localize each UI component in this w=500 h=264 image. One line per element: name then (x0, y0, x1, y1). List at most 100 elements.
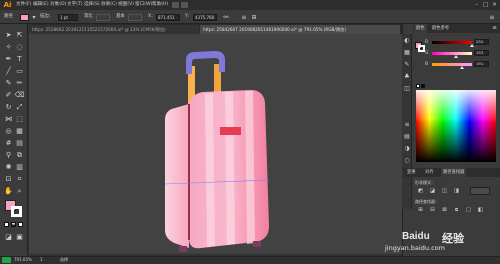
eraser-tool-icon[interactable]: ⌫ (14, 90, 25, 101)
eyedropper-tool-icon[interactable]: ⚲ (3, 150, 14, 161)
rotate-tool-icon[interactable]: ↻ (3, 102, 14, 113)
r-value-field[interactable]: 255 (474, 39, 489, 45)
r-slider[interactable] (432, 41, 472, 44)
menu-select[interactable]: 选择(S) (84, 0, 100, 10)
swatches-panel-icon[interactable]: ▦ (403, 48, 411, 57)
slice-tool-icon[interactable]: ⌗ (14, 174, 25, 185)
minus-front-button[interactable]: ◪ (428, 187, 437, 196)
zoom-tool-icon[interactable]: ⌕ (14, 186, 25, 197)
expand-button[interactable] (470, 187, 490, 195)
x-field[interactable]: 871.451 (156, 14, 180, 21)
artboard-canvas[interactable] (29, 34, 402, 254)
selection-tool-icon[interactable]: ➤ (3, 30, 14, 41)
color-panel-icon[interactable]: ◐ (403, 36, 411, 45)
align-icon[interactable]: ≡ (240, 13, 248, 22)
tab-color[interactable]: 颜色 (414, 24, 427, 33)
color-spectrum[interactable] (416, 90, 496, 162)
arrange-icon[interactable] (181, 2, 188, 8)
stroke-panel-icon[interactable]: ≡ (403, 120, 411, 129)
divide-button[interactable]: ⊞ (416, 206, 425, 215)
tab-document-1[interactable]: https: 2528662 2019121115521572000.ai* @… (29, 25, 199, 34)
width-tool-icon[interactable]: ⋈ (3, 114, 14, 125)
menu-effect[interactable]: 效果(C) (101, 0, 117, 10)
stroke-color-swatch[interactable] (11, 206, 22, 217)
blob-brush-tool-icon[interactable]: ✐ (3, 90, 14, 101)
graphic-styles-panel-icon[interactable]: ◫ (403, 84, 411, 93)
lasso-tool-icon[interactable]: ◌ (14, 42, 25, 53)
color-mode-icon[interactable] (4, 222, 9, 227)
brush-select[interactable] (96, 14, 110, 21)
tab-document-2[interactable]: https: 25842607 2019082011461900000.ai* … (200, 25, 400, 34)
menu-window[interactable]: 窗口(W) (135, 0, 152, 10)
tab-align[interactable]: 对齐 (423, 168, 436, 177)
exclude-button[interactable]: ◨ (452, 187, 461, 196)
brushes-panel-icon[interactable]: ✎ (403, 60, 411, 69)
menu-object[interactable]: 对象(O) (50, 0, 66, 10)
blend-tool-icon[interactable]: ⧉ (14, 150, 25, 161)
perspective-grid-tool-icon[interactable]: ▦ (14, 126, 25, 137)
b-slider[interactable] (432, 63, 472, 66)
rectangle-tool-icon[interactable]: ▭ (14, 66, 25, 77)
panel-options-icon[interactable]: ≡ (490, 24, 499, 33)
gradient-mode-icon[interactable] (11, 222, 16, 227)
tab-color-guide[interactable]: 颜色参考 (430, 24, 451, 33)
style-select[interactable] (128, 14, 142, 21)
bridge-icon[interactable] (172, 2, 179, 8)
appearance-panel-icon[interactable]: ○ (403, 156, 411, 165)
gradient-panel-icon[interactable]: ▤ (403, 132, 411, 141)
b-slider-thumb[interactable] (460, 66, 464, 69)
crop-button[interactable]: ⧈ (452, 206, 461, 215)
fill-swatch[interactable] (20, 14, 29, 21)
trim-button[interactable]: ⊟ (428, 206, 437, 215)
b-value-field[interactable]: 191 (474, 61, 489, 67)
link-icon[interactable]: ⚯ (222, 13, 230, 22)
tab-pathfinder[interactable]: 路径查找器 (441, 168, 467, 177)
maximize-button[interactable]: □ (481, 0, 490, 10)
menu-type[interactable]: 文字(T) (67, 0, 83, 10)
close-button[interactable]: ✕ (490, 0, 499, 10)
shape-builder-tool-icon[interactable]: ◎ (3, 126, 14, 137)
mesh-tool-icon[interactable]: # (3, 138, 14, 149)
zoom-level[interactable]: 791.05% (14, 256, 32, 264)
magic-wand-tool-icon[interactable]: ✧ (3, 42, 14, 53)
y-field[interactable]: 4375.768 (193, 14, 217, 21)
g-slider[interactable] (432, 52, 472, 55)
minimize-button[interactable]: – (472, 0, 481, 10)
dropdown-icon[interactable]: ▾ (30, 13, 38, 22)
column-graph-tool-icon[interactable]: ▥ (14, 162, 25, 173)
menu-edit[interactable]: 编辑(E) (33, 0, 49, 10)
line-tool-icon[interactable]: ╱ (3, 66, 14, 77)
gradient-tool-icon[interactable]: ▤ (14, 138, 25, 149)
draw-mode-icon[interactable]: ◪ (3, 232, 14, 243)
direct-selection-tool-icon[interactable]: ⇱ (14, 30, 25, 41)
unite-button[interactable]: ◩ (416, 187, 425, 196)
pen-tool-icon[interactable]: ✒ (3, 54, 14, 65)
minus-back-button[interactable]: ◧ (476, 206, 485, 215)
black-swatch[interactable] (421, 84, 425, 88)
menu-file[interactable]: 文件(F) (16, 0, 31, 10)
stroke-width-field[interactable]: 1 pt (58, 14, 78, 21)
suitcase-artwork[interactable] (29, 34, 402, 254)
tab-transform[interactable]: 变换 (405, 168, 418, 177)
none-mode-icon[interactable] (18, 222, 23, 227)
pencil-tool-icon[interactable]: ✏ (14, 78, 25, 89)
outline-button[interactable]: ▢ (464, 206, 473, 215)
hand-tool-icon[interactable]: ✋ (3, 186, 14, 197)
intersect-button[interactable]: ◫ (440, 187, 449, 196)
transform-icon[interactable]: ⊞ (250, 13, 258, 22)
scale-tool-icon[interactable]: ⤢ (14, 102, 25, 113)
symbols-panel-icon[interactable]: ♣ (403, 72, 411, 81)
symbol-sprayer-tool-icon[interactable]: ✺ (3, 162, 14, 173)
page-number[interactable]: 1 (40, 256, 43, 264)
panel-menu-icon[interactable]: ≡ (488, 13, 496, 22)
panel-stroke-swatch[interactable] (418, 45, 425, 52)
white-swatch[interactable] (416, 84, 420, 88)
merge-button[interactable]: ⊠ (440, 206, 449, 215)
menu-help[interactable]: 帮助(H) (152, 0, 168, 10)
g-slider-thumb[interactable] (454, 55, 458, 58)
menu-view[interactable]: 视图(V) (118, 0, 134, 10)
g-value-field[interactable]: 153 (474, 50, 489, 56)
paintbrush-tool-icon[interactable]: ✎ (3, 78, 14, 89)
free-transform-tool-icon[interactable]: ⬚ (14, 114, 25, 125)
screen-mode-icon[interactable]: ▣ (14, 232, 25, 243)
